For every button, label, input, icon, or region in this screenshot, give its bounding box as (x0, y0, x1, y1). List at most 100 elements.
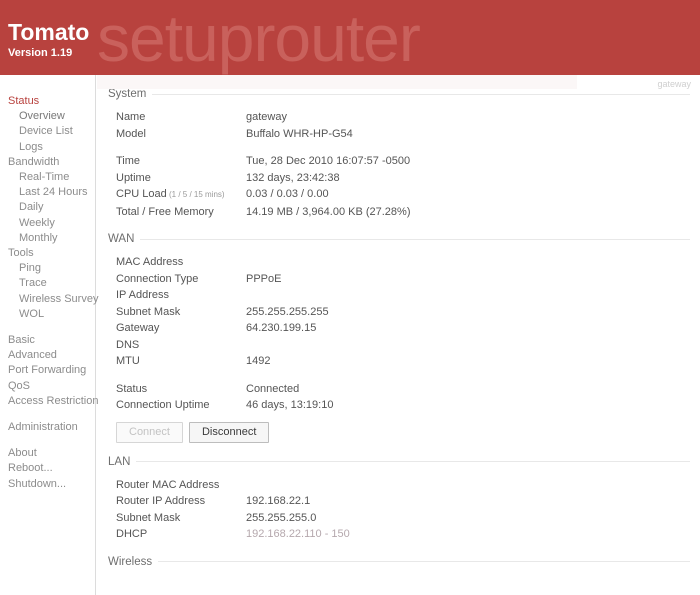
field-label-subnet-mask: Subnet Mask (116, 511, 181, 524)
hostname-label: gateway (657, 79, 691, 89)
sidebar-nav-groups: Status Overview Device List Logs Bandwidth Re… (0, 94, 98, 322)
field-row: Subnet Mask 255.255.255.255 (116, 304, 333, 321)
section-system-rule (152, 93, 690, 95)
sidebar-item-shutdown[interactable]: Shutdown... (0, 477, 95, 492)
field-row: Router MAC Address (116, 477, 350, 494)
field-row: Connection Uptime 46 days, 13:19:10 (116, 397, 333, 414)
field-row: Status Connected (116, 381, 333, 398)
sidebar-item-qos[interactable]: QoS (0, 379, 95, 394)
sidebar-item-overview[interactable]: Overview (0, 109, 95, 124)
field-value-connection-uptime: 46 days, 13:19:10 (246, 399, 334, 411)
field-label-status: Status (116, 382, 148, 395)
field-label-uptime: Uptime (116, 171, 151, 184)
sidebar-gap-3 (0, 435, 95, 446)
field-row: Router IP Address 192.168.22.1 (116, 493, 350, 510)
section-system: System Name gateway Model Buffalo WHR-HP-G5… (108, 75, 690, 220)
brand-title: Tomato (8, 19, 90, 45)
wan-field-table: MAC Address Connection Type PPPoE IP Addre… (116, 254, 333, 414)
field-spacer (116, 370, 333, 381)
field-value-total-free-memory: 14.19 MB / 3,964.00 KB (27.28%) (246, 205, 411, 218)
field-label-total-free-memory: Total / Free Memory (116, 205, 214, 218)
field-label-mtu: MTU (116, 355, 140, 367)
content-area: gateway System Name gateway Model Buffalo W… (97, 75, 700, 595)
sidebar-item-logs[interactable]: Logs (0, 140, 95, 155)
field-label-cpu-load: CPU Load (1 / 5 / 15 mins) (116, 188, 225, 200)
field-value-router-mac-address (246, 477, 350, 494)
field-label-connection-type: Connection Type (116, 272, 199, 285)
field-row: Time Tue, 28 Dec 2010 16:07:57 -0500 (116, 153, 411, 170)
field-label-time: Time (116, 155, 141, 167)
sidebar-nav-admin: Administration (0, 420, 95, 435)
sidebar-item-about[interactable]: About (0, 446, 95, 461)
section-lan-header: LAN (108, 443, 690, 468)
field-value-uptime: 132 days, 23:42:38 (246, 171, 340, 184)
field-label-dns: DNS (116, 338, 140, 351)
field-row: IP Address (116, 287, 333, 304)
sidebar-item-port-forwarding[interactable]: Port Forwarding (0, 363, 95, 378)
sidebar-group-bandwidth[interactable]: Bandwidth (0, 155, 95, 170)
field-row: Uptime 132 days, 23:42:38 (116, 170, 411, 187)
field-value-ip-address (246, 287, 333, 304)
field-label-router-ip-address: Router IP Address (116, 495, 206, 507)
field-row: CPU Load (1 / 5 / 15 mins) 0.03 / 0.03 / … (116, 186, 411, 204)
sidebar-item-wireless-survey[interactable]: Wireless Survey (0, 292, 98, 307)
sidebar-item-administration[interactable]: Administration (0, 420, 95, 435)
sidebar-nav-footer: About Reboot... Shutdown... (0, 446, 95, 492)
field-spacer (116, 142, 411, 153)
section-lan: LAN Router MAC Address Router IP Address… (108, 443, 690, 543)
lan-field-table: Router MAC Address Router IP Address 192.… (116, 477, 350, 543)
field-label-name: Name (116, 111, 146, 123)
section-wireless-title: Wireless (108, 555, 153, 568)
field-label-connection-uptime: Connection Uptime (116, 399, 210, 411)
sidebar-item-monthly[interactable]: Monthly (0, 231, 95, 246)
sidebar-item-weekly[interactable]: Weekly (0, 216, 95, 231)
connect-button: Connect (116, 421, 183, 443)
field-value-subnet-mask: 255.255.255.0 (246, 511, 317, 524)
field-value-subnet-mask: 255.255.255.255 (246, 305, 329, 318)
field-value-dhcp: 192.168.22.110 - 150 (246, 528, 350, 540)
sidebar-item-access-restriction[interactable]: Access Restriction (0, 394, 98, 409)
sidebar-item-advanced[interactable]: Advanced (0, 348, 95, 363)
sidebar-item-daily[interactable]: Daily (0, 200, 95, 215)
site-watermark-descender: setuprouter (97, 75, 577, 89)
system-field-table: Name gateway Model Buffalo WHR-HP-G54 Time Tu… (116, 109, 411, 220)
section-wireless: Wireless (108, 543, 690, 568)
field-label-dhcp: DHCP (116, 528, 148, 540)
sidebar-item-ping[interactable]: Ping (0, 261, 95, 276)
section-system-title: System (108, 88, 147, 100)
field-value-name: gateway (246, 111, 287, 123)
field-label-model: Model (116, 127, 146, 140)
field-row: Model Buffalo WHR-HP-G54 (116, 126, 411, 143)
sidebar-item-trace[interactable]: Trace (0, 276, 95, 291)
field-label-mac-address: MAC Address (116, 256, 184, 268)
field-value-mtu: 1492 (246, 355, 271, 367)
site-watermark-descender-text: setuprouter (97, 75, 420, 82)
wan-button-row: Connect Disconnect (116, 421, 690, 443)
sidebar-item-reboot[interactable]: Reboot... (0, 461, 95, 476)
field-row: DNS (116, 337, 333, 354)
router-status-page: setuprouter Tomato Version 1.19 setuprou… (0, 0, 700, 595)
field-value-dns (246, 337, 333, 354)
field-row: DHCP 192.168.22.110 - 150 (116, 526, 350, 543)
field-note-cpu-load: (1 / 5 / 15 mins) (166, 190, 225, 199)
field-value-mac-address (246, 254, 333, 271)
section-wireless-rule (158, 561, 690, 562)
sidebar-item-last-24-hours[interactable]: Last 24 Hours (0, 185, 95, 200)
field-label-router-mac-address: Router MAC Address (116, 478, 220, 491)
section-lan-rule (136, 461, 690, 462)
section-wan-header: WAN (108, 220, 690, 245)
sidebar-group-status[interactable]: Status (0, 94, 95, 109)
sidebar-group-tools[interactable]: Tools (0, 246, 95, 261)
sidebar-item-basic[interactable]: Basic (0, 333, 95, 348)
sidebar-item-wol[interactable]: WOL (0, 307, 95, 322)
field-row: Gateway 64.230.199.15 (116, 320, 333, 337)
section-wan: WAN MAC Address Connection Type PPPoE IP A… (108, 220, 690, 443)
field-row: Total / Free Memory 14.19 MB / 3,964.00 K… (116, 204, 411, 221)
field-row: Name gateway (116, 109, 411, 126)
sidebar: Status Overview Device List Logs Bandwidth Re… (0, 75, 98, 595)
disconnect-button[interactable]: Disconnect (188, 421, 270, 443)
sidebar-item-real-time[interactable]: Real-Time (0, 170, 95, 185)
field-label-subnet-mask: Subnet Mask (116, 305, 181, 318)
sidebar-item-device-list[interactable]: Device List (0, 124, 95, 139)
brand-version: Version 1.19 (8, 47, 73, 59)
